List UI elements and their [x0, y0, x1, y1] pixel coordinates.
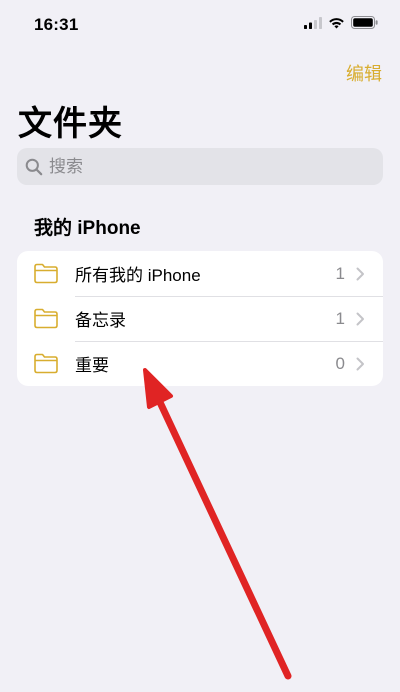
chevron-right-icon — [356, 312, 364, 326]
folder-row-notes[interactable]: 备忘录 1 — [17, 296, 383, 341]
folder-count: 0 — [335, 353, 345, 373]
edit-button[interactable]: 编辑 — [346, 60, 382, 86]
folder-icon — [34, 263, 58, 284]
section-title: 我的 iPhone — [34, 218, 141, 239]
folder-name: 所有我的 iPhone — [75, 266, 201, 285]
folder-count: 1 — [335, 308, 345, 328]
wifi-icon — [329, 17, 344, 28]
folder-icon — [34, 308, 58, 329]
folder-name: 备忘录 — [75, 311, 126, 330]
search-input[interactable] — [47, 155, 351, 178]
chevron-right-icon — [356, 267, 364, 281]
chevron-right-icon — [356, 357, 364, 371]
status-icons — [304, 16, 378, 29]
status-time: 16:31 — [34, 15, 79, 34]
battery-icon — [351, 16, 378, 29]
search-icon — [25, 158, 43, 175]
page-title: 文件夹 — [18, 105, 123, 143]
folder-row-all-iphone[interactable]: 所有我的 iPhone 1 — [17, 251, 383, 296]
folder-list: 所有我的 iPhone 1 备忘录 1 重要 0 — [17, 251, 383, 386]
folder-name: 重要 — [75, 356, 109, 375]
cellular-signal-icon — [304, 16, 322, 29]
folder-count: 1 — [335, 263, 345, 283]
search-bar[interactable] — [17, 148, 383, 185]
folder-row-important[interactable]: 重要 0 — [17, 341, 383, 386]
folder-icon — [34, 353, 58, 374]
status-bar: 16:31 — [0, 0, 400, 50]
